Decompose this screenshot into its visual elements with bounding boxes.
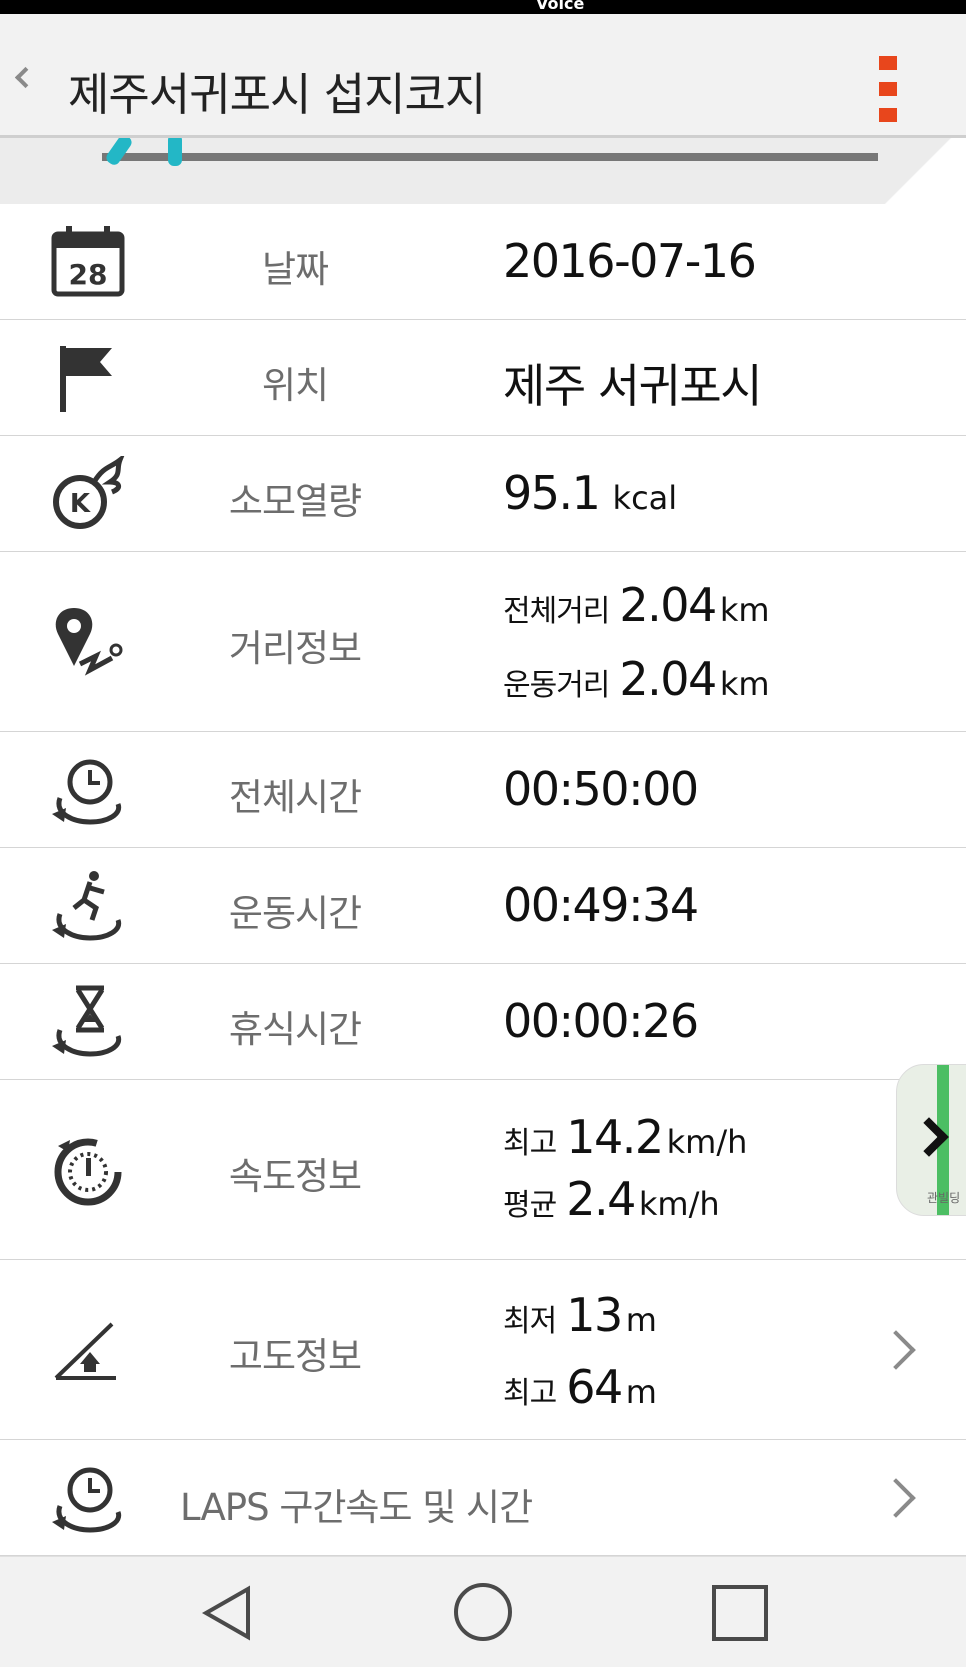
exercise-distance-label: 운동거리 [503, 668, 610, 703]
total-time-label: 전체시간 [228, 776, 362, 819]
average-speed: 평균 2.4 km/h [503, 1172, 720, 1226]
row-distance: 거리정보 전체거리 2.04 km 운동거리 2.04 km [0, 552, 966, 732]
rest-time-value: 00:00:26 [503, 994, 699, 1048]
chevron-right-icon[interactable] [876, 1478, 916, 1518]
average-speed-label: 평균 [503, 1188, 557, 1223]
status-bar: Voice [0, 0, 966, 14]
calories-number: 95.1 [503, 466, 601, 520]
voice-indicator: Voice [536, 0, 585, 13]
date-value: 2016-07-16 [503, 234, 757, 288]
location-value: 제주 서귀포시 [503, 359, 763, 413]
exercise-distance: 운동거리 2.04 km [503, 652, 770, 706]
min-altitude-label: 최저 [503, 1304, 557, 1339]
calories-unit: kcal [612, 479, 678, 517]
calories-value: 95.1 kcal [503, 466, 677, 520]
total-distance-value: 2.04 [619, 578, 717, 632]
back-button[interactable] [8, 54, 38, 106]
calendar-day-text: 28 [69, 258, 108, 291]
location-label: 위치 [261, 364, 329, 407]
average-speed-unit: km/h [638, 1185, 720, 1223]
min-altitude: 최저 13 m [503, 1288, 657, 1342]
speed-label: 속도정보 [228, 1155, 362, 1198]
overflow-menu-icon[interactable] [872, 52, 902, 126]
laps-label: LAPS 구간속도 및 시간 [180, 1486, 533, 1529]
total-distance-label: 전체거리 [503, 594, 610, 629]
distance-label: 거리정보 [228, 627, 362, 670]
row-altitude[interactable]: 고도정보 최저 13 m 최고 64 m [0, 1260, 966, 1440]
max-speed-unit: km/h [666, 1123, 748, 1161]
max-speed: 최고 14.2 km/h [503, 1110, 747, 1164]
row-total-time: 전체시간 00:50:00 [0, 732, 966, 848]
runner-figure-icon [168, 138, 182, 166]
max-speed-label: 최고 [503, 1126, 557, 1161]
exercise-distance-unit: km [719, 665, 770, 703]
row-date: 28 날짜 2016-07-16 [0, 204, 966, 320]
row-calories: K 소모열량 95.1 kcal [0, 436, 966, 552]
calendar-icon: 28 [51, 226, 125, 297]
back-icon[interactable] [200, 1585, 256, 1641]
total-time-icon [52, 759, 122, 825]
summary-list: 28 날짜 2016-07-16 위치 제주 서귀포시 K 소모열량 95.1 … [0, 204, 966, 1556]
calorie-icon: K [53, 456, 125, 529]
row-location: 위치 제주 서귀포시 [0, 320, 966, 436]
total-time-value: 00:50:00 [503, 762, 699, 816]
max-altitude-label: 최고 [503, 1376, 557, 1411]
system-nav-bar [0, 1556, 966, 1667]
home-icon[interactable] [454, 1583, 512, 1641]
exercise-distance-value: 2.04 [619, 652, 717, 706]
min-altitude-unit: m [625, 1301, 657, 1339]
altitude-label: 고도정보 [228, 1335, 362, 1378]
page-title: 제주서귀포시 섭지코지 [68, 68, 486, 121]
svg-text:K: K [70, 489, 91, 519]
speed-icon [54, 1138, 122, 1206]
map-label: 관빌딩 [927, 1191, 961, 1205]
average-speed-value: 2.4 [566, 1172, 636, 1226]
altitude-icon [54, 1322, 116, 1380]
distance-icon [55, 608, 123, 676]
map-thumbnail[interactable]: 관빌딩 [896, 1064, 966, 1216]
recent-apps-icon[interactable] [712, 1585, 768, 1641]
chevron-right-icon[interactable] [876, 1330, 916, 1370]
max-speed-value: 14.2 [566, 1110, 664, 1164]
exercise-time-icon [52, 871, 122, 941]
exercise-time-label: 운동시간 [228, 892, 362, 935]
rest-time-icon [52, 985, 122, 1057]
max-altitude-value: 64 [566, 1360, 623, 1414]
laps-icon [52, 1467, 122, 1533]
min-altitude-value: 13 [566, 1288, 623, 1342]
row-exercise-time: 운동시간 00:49:34 [0, 848, 966, 964]
total-distance-unit: km [719, 591, 770, 629]
route-preview [0, 138, 966, 204]
row-rest-time: 휴식시간 00:00:26 [0, 964, 966, 1080]
progress-track [102, 153, 878, 161]
exercise-time-value: 00:49:34 [503, 878, 699, 932]
flag-icon [60, 346, 112, 412]
app-bar: 제주서귀포시 섭지코지 [0, 14, 966, 138]
max-altitude: 최고 64 m [503, 1360, 657, 1414]
rest-time-label: 휴식시간 [228, 1008, 362, 1051]
calories-label: 소모열량 [228, 480, 362, 523]
row-laps[interactable]: LAPS 구간속도 및 시간 [0, 1440, 966, 1556]
date-label: 날짜 [261, 248, 329, 291]
total-distance: 전체거리 2.04 km [503, 578, 770, 632]
max-altitude-unit: m [625, 1373, 657, 1411]
row-speed: 속도정보 최고 14.2 km/h 평균 2.4 km/h [0, 1080, 966, 1260]
